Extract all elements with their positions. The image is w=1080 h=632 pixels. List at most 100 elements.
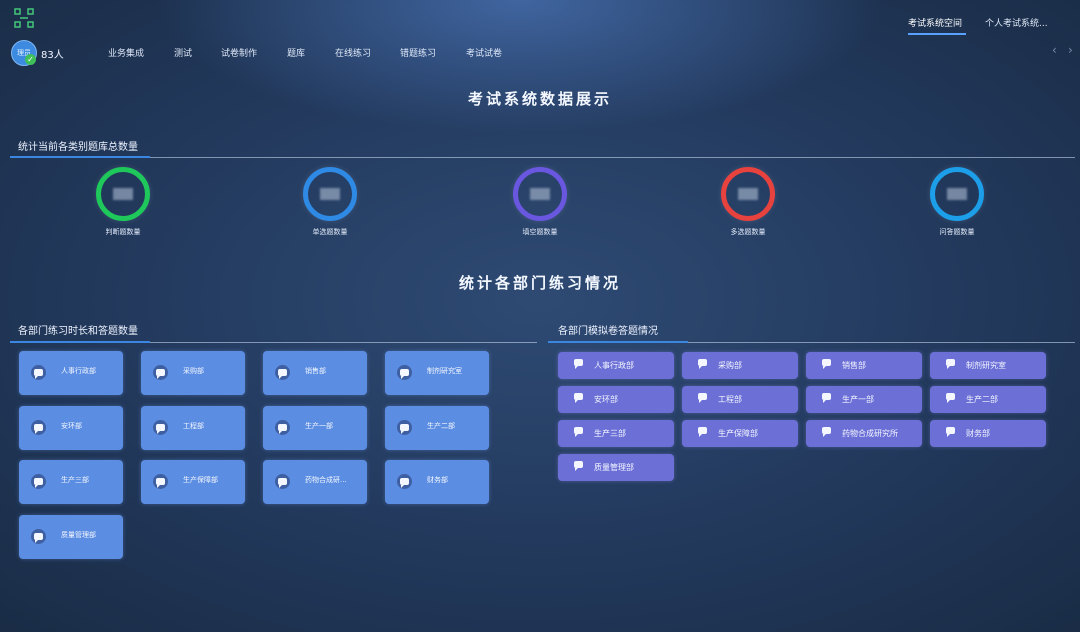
scroll-left-icon[interactable]: ‹ <box>1052 43 1057 57</box>
nav-question-bank[interactable]: 题库 <box>287 46 305 59</box>
practice-dept-button[interactable]: 制剂研究室 <box>385 351 489 395</box>
dept-label: 销售部 <box>305 367 326 375</box>
stat-value-blurred <box>320 188 340 200</box>
dept-label: 工程部 <box>183 422 204 430</box>
practice-dept-button[interactable]: 质量管理部 <box>19 515 123 559</box>
practice-dept-button[interactable]: 生产三部 <box>19 460 123 504</box>
chat-icon <box>698 393 711 405</box>
dept-label: 制剂研究室 <box>966 361 1006 370</box>
mock-dept-button[interactable]: 工程部 <box>682 386 798 413</box>
mock-dept-button[interactable]: 药物合成研究所 <box>806 420 922 447</box>
nav-paper-making[interactable]: 试卷制作 <box>221 46 257 59</box>
dept-label: 药物合成研究所 <box>842 429 898 438</box>
mock-panel-accent <box>548 341 688 343</box>
tab-exam-space[interactable]: 考试系统空间 <box>908 16 962 29</box>
mock-dept-button[interactable]: 生产三部 <box>558 420 674 447</box>
chat-icon <box>574 461 587 473</box>
chat-icon <box>397 365 412 380</box>
nav-business-integration[interactable]: 业务集成 <box>108 46 144 59</box>
app-logo-icon <box>14 8 34 28</box>
practice-dept-button[interactable]: 安环部 <box>19 406 123 450</box>
chat-icon <box>31 529 46 544</box>
stat-ring-0 <box>96 167 150 221</box>
stat-ring-4 <box>930 167 984 221</box>
chat-icon <box>698 427 711 439</box>
user-count: 83人 <box>41 50 64 61</box>
question-stats-title: 统计当前各类别题库总数量 <box>18 142 138 153</box>
chat-icon <box>275 474 290 489</box>
mock-dept-button[interactable]: 生产二部 <box>930 386 1046 413</box>
section-accent <box>10 156 150 158</box>
stat-label: 单选题数量 <box>312 228 348 236</box>
dept-label: 安环部 <box>594 395 618 404</box>
practice-dept-button[interactable]: 人事行政部 <box>19 351 123 395</box>
stat-ring-3 <box>721 167 775 221</box>
nav-wrong-practice[interactable]: 错题练习 <box>400 46 436 59</box>
dept-label: 工程部 <box>718 395 742 404</box>
mock-dept-button[interactable]: 生产一部 <box>806 386 922 413</box>
mock-dept-button[interactable]: 安环部 <box>558 386 674 413</box>
chat-icon <box>275 420 290 435</box>
practice-panel-accent <box>10 341 150 343</box>
chat-icon <box>153 365 168 380</box>
practice-dept-button[interactable]: 生产一部 <box>263 406 367 450</box>
chat-icon <box>574 393 587 405</box>
nav-test[interactable]: 测试 <box>174 46 192 59</box>
section-divider <box>10 157 1075 158</box>
stat-value-blurred <box>530 188 550 200</box>
mock-dept-button[interactable]: 质量管理部 <box>558 454 674 481</box>
dept-label: 采购部 <box>718 361 742 370</box>
nav-exam-papers[interactable]: 考试试卷 <box>466 46 502 59</box>
practice-dept-button[interactable]: 财务部 <box>385 460 489 504</box>
chat-icon <box>822 427 835 439</box>
mock-dept-button[interactable]: 制剂研究室 <box>930 352 1046 379</box>
dept-title: 统计各部门练习情况 <box>458 274 621 292</box>
chat-icon <box>31 420 46 435</box>
chat-icon <box>153 474 168 489</box>
chat-icon <box>946 359 959 371</box>
mock-dept-button[interactable]: 生产保障部 <box>682 420 798 447</box>
practice-dept-button[interactable]: 生产二部 <box>385 406 489 450</box>
dept-label: 财务部 <box>427 476 448 484</box>
mock-panel-title: 各部门模拟卷答题情况 <box>558 326 658 337</box>
chat-icon <box>574 427 587 439</box>
chat-icon <box>574 359 587 371</box>
dept-label: 制剂研究室 <box>427 367 462 375</box>
dept-label: 质量管理部 <box>594 463 634 472</box>
chat-icon <box>946 393 959 405</box>
chat-icon <box>397 474 412 489</box>
stat-value-blurred <box>947 188 967 200</box>
chat-icon <box>153 420 168 435</box>
practice-dept-button[interactable]: 工程部 <box>141 406 245 450</box>
chat-icon <box>397 420 412 435</box>
dept-label: 生产二部 <box>966 395 998 404</box>
page-title: 考试系统数据展示 <box>467 90 612 108</box>
dept-label: 人事行政部 <box>61 367 96 375</box>
chat-icon <box>946 427 959 439</box>
chat-icon <box>822 359 835 371</box>
tab-personal-exam[interactable]: 个人考试系统... <box>985 16 1048 29</box>
mock-dept-button[interactable]: 销售部 <box>806 352 922 379</box>
scroll-right-icon[interactable]: › <box>1068 43 1073 57</box>
practice-panel-title: 各部门练习时长和答题数量 <box>18 326 138 337</box>
practice-dept-button[interactable]: 销售部 <box>263 351 367 395</box>
practice-dept-button[interactable]: 采购部 <box>141 351 245 395</box>
dept-label: 销售部 <box>842 361 866 370</box>
mock-dept-button[interactable]: 人事行政部 <box>558 352 674 379</box>
dept-label: 生产三部 <box>61 476 89 484</box>
stat-ring-2 <box>513 167 567 221</box>
mock-dept-button[interactable]: 采购部 <box>682 352 798 379</box>
stat-label: 问答题数量 <box>939 228 975 236</box>
stat-value-blurred <box>113 188 133 200</box>
practice-dept-button[interactable]: 药物合成研... <box>263 460 367 504</box>
stat-label: 判断题数量 <box>105 228 141 236</box>
chat-icon <box>31 474 46 489</box>
stat-label: 填空题数量 <box>522 228 558 236</box>
practice-dept-button[interactable]: 生产保障部 <box>141 460 245 504</box>
dept-label: 生产二部 <box>427 422 455 430</box>
nav-online-practice[interactable]: 在线练习 <box>335 46 371 59</box>
dept-label: 药物合成研... <box>305 476 347 484</box>
mock-dept-button[interactable]: 财务部 <box>930 420 1046 447</box>
dept-label: 人事行政部 <box>594 361 634 370</box>
chat-icon <box>31 365 46 380</box>
